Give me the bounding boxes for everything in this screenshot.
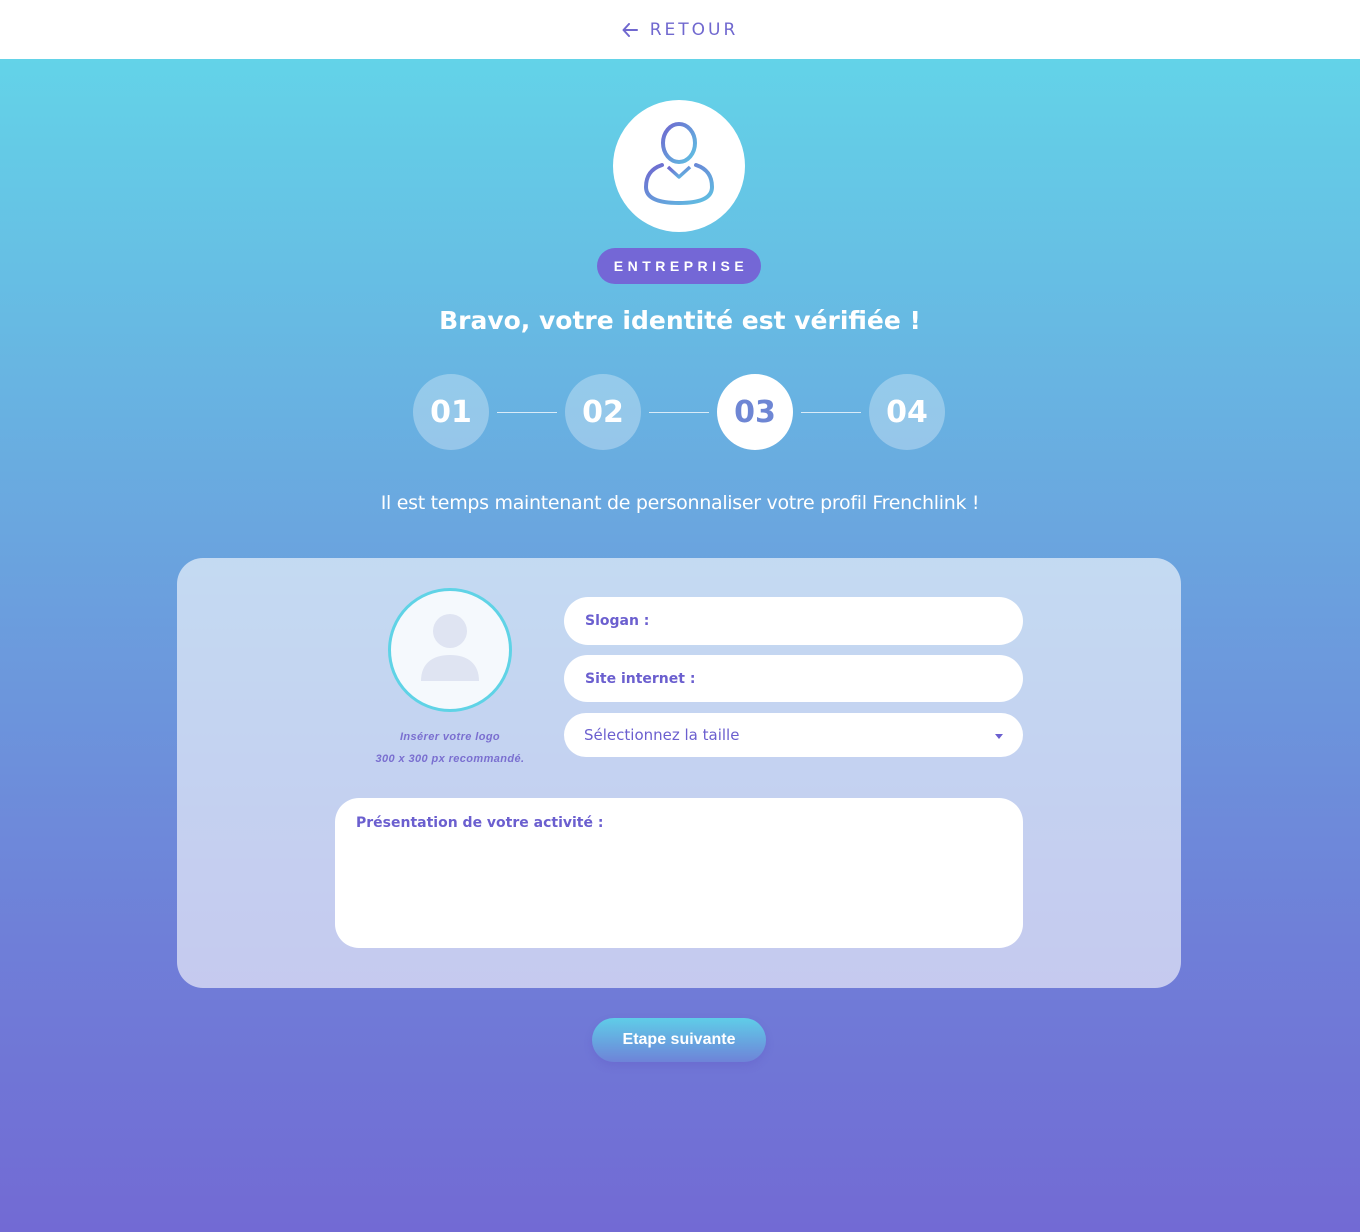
back-link[interactable]: RETOUR	[622, 20, 739, 40]
website-field	[564, 655, 1023, 702]
logo-hint-title: Insérer votre logo	[399, 731, 501, 743]
slogan-input[interactable]	[585, 613, 1002, 629]
company-size-select[interactable]: Sélectionnez la taille	[564, 713, 1023, 757]
step-1: 01	[413, 374, 489, 450]
arrow-left-icon	[622, 22, 638, 37]
intro-text: Il est temps maintenant de personnaliser…	[380, 492, 980, 514]
profile-form-card: Insérer votre logo 300 x 300 px recomman…	[177, 558, 1181, 988]
main-panel: ENTREPRISE Bravo, votre identité est vér…	[0, 59, 1360, 1232]
step-3: 03	[717, 374, 793, 450]
account-type-badge: ENTREPRISE	[597, 248, 761, 284]
company-size-value: Sélectionnez la taille	[584, 726, 740, 744]
user-placeholder-icon	[419, 613, 481, 688]
next-step-button[interactable]: Etape suivante	[592, 1018, 766, 1062]
user-tie-icon	[642, 121, 716, 212]
top-bar: RETOUR	[0, 0, 1360, 59]
slogan-field	[564, 597, 1023, 645]
step-connector	[649, 411, 709, 413]
page-title: Bravo, votre identité est vérifiée !	[439, 306, 921, 335]
profile-avatar	[613, 100, 745, 232]
presentation-field	[335, 798, 1023, 948]
back-label: RETOUR	[649, 19, 739, 40]
logo-upload[interactable]	[388, 588, 512, 712]
step-4: 04	[869, 374, 945, 450]
step-connector	[801, 411, 861, 413]
website-input[interactable]	[585, 670, 1002, 687]
caret-down-icon	[995, 726, 1003, 744]
presentation-textarea[interactable]	[335, 798, 1023, 948]
step-connector	[497, 411, 557, 413]
step-indicator: 01 02 03 04	[413, 374, 945, 450]
logo-hint-size: 300 x 300 px recommandé.	[375, 753, 525, 765]
step-2: 02	[565, 374, 641, 450]
